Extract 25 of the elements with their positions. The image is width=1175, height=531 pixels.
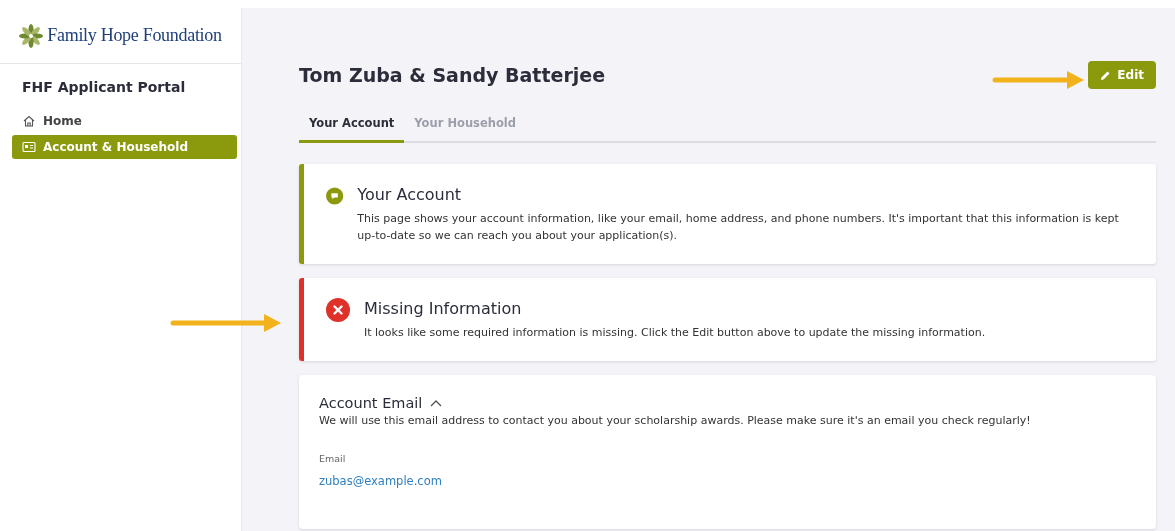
section-title: Account Email — [319, 395, 423, 411]
pencil-icon — [1100, 69, 1112, 81]
alert-title: Missing Information — [364, 299, 523, 318]
arrow-icon — [992, 71, 1084, 89]
tab[interactable]: Your Household — [404, 110, 526, 143]
sidebar-item[interactable]: Account & Household — [12, 135, 237, 159]
error-icon — [326, 298, 350, 322]
field-label: Email — [319, 453, 347, 464]
alert-text: This page shows your account information, like your email, home address, and phone numbers. It's important that this information is kept up-to-date so we can reach you about your application(s). — [357, 211, 1120, 244]
chevron-up-icon[interactable] — [430, 399, 443, 407]
home-icon — [22, 114, 36, 128]
id-card-icon — [22, 140, 36, 154]
section-description: We will use this email address to contact you about your scholarship awards. Please make sure it's an email you check regularly! — [319, 414, 1032, 427]
logo-text: Family Hope Foundation — [47, 25, 222, 46]
chat-icon — [326, 184, 344, 208]
arrow-icon — [170, 314, 281, 332]
alert-title: Your Account — [357, 185, 463, 204]
alert-text: It looks like some required information is missing. Click the Edit button above to update the missing information. — [364, 325, 986, 341]
flower-logo-icon — [19, 23, 44, 48]
sidebar-item[interactable]: Home — [12, 109, 237, 133]
edit-button[interactable]: Edit — [1088, 61, 1156, 89]
tab[interactable]: Your Account — [299, 110, 405, 143]
page-title: Tom Zuba & Sandy Batterjee — [299, 64, 606, 86]
portal-title: FHF Applicant Portal — [22, 79, 187, 95]
email-link[interactable]: zubas@example.com — [319, 474, 442, 488]
